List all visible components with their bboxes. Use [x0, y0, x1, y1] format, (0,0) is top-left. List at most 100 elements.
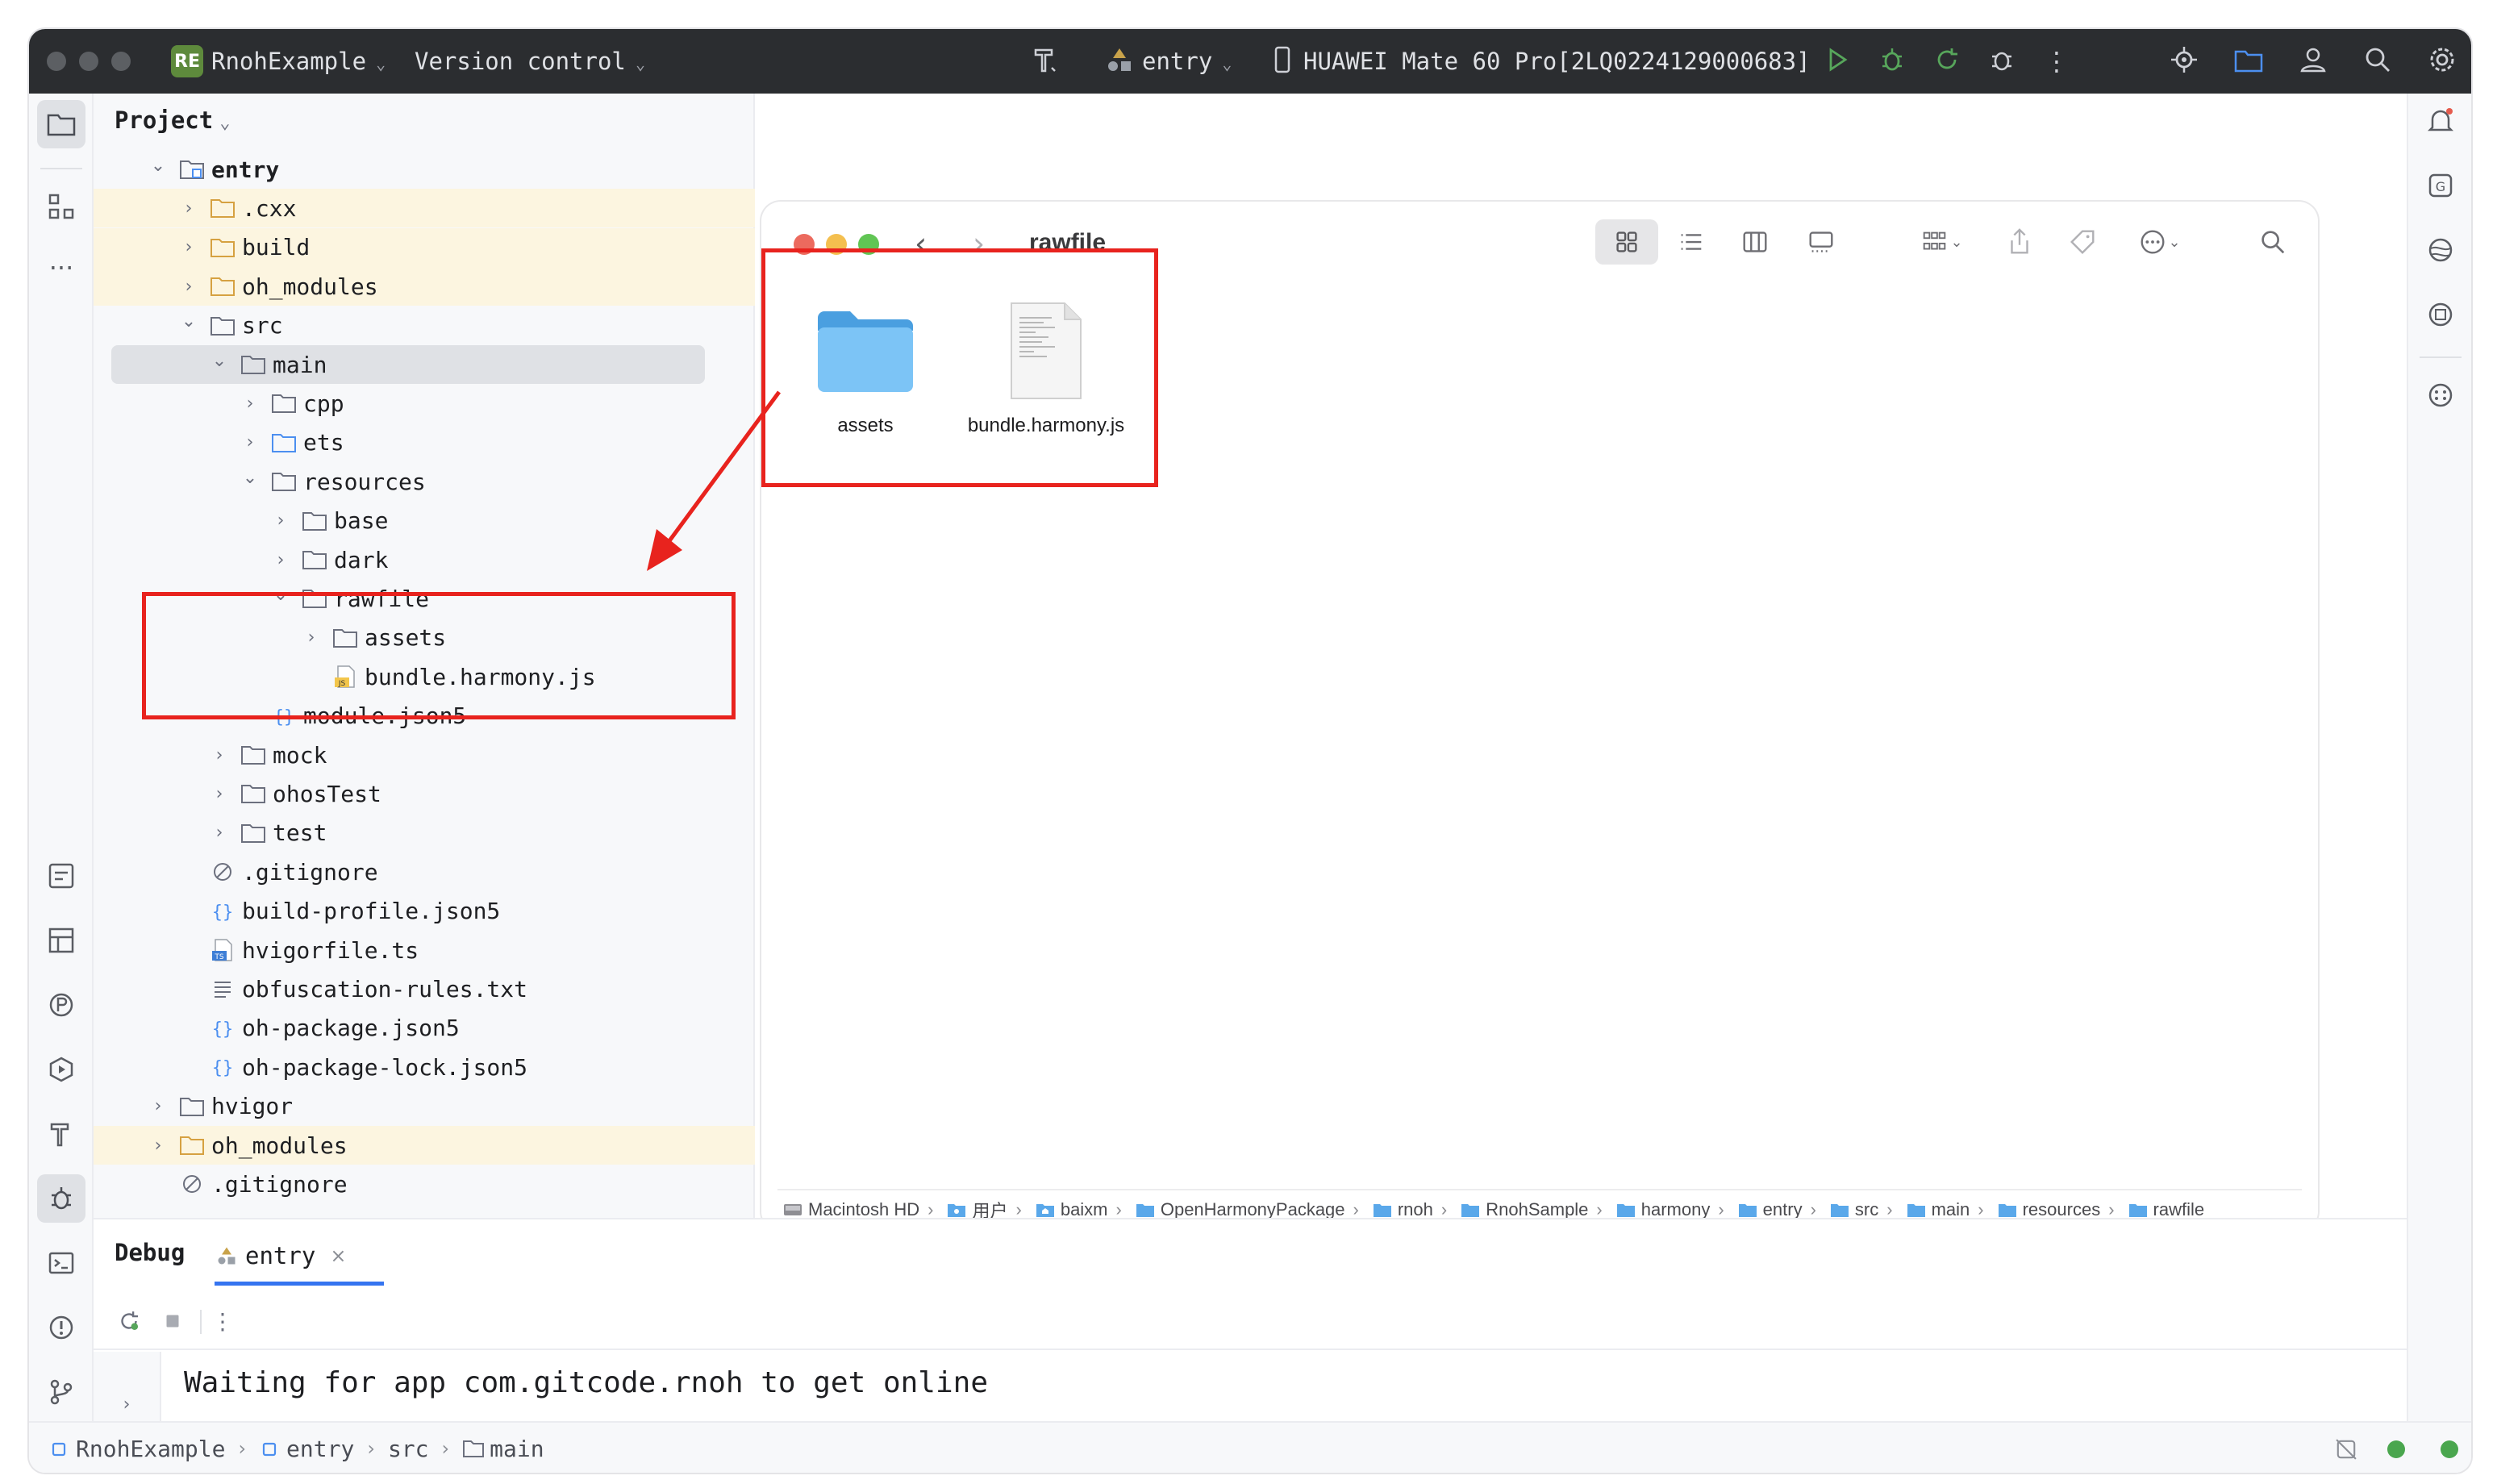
debug-tab-entry[interactable]: entry ×	[215, 1229, 384, 1286]
console-output[interactable]: › Waiting for app com.gitcode.rnoh to ge…	[94, 1352, 2407, 1423]
chevron-right-icon[interactable]: ›	[240, 432, 260, 452]
build-hammer-icon[interactable]	[37, 1110, 85, 1158]
rerun-icon[interactable]	[113, 1305, 145, 1337]
tree-item-mock[interactable]: › mock	[94, 736, 755, 774]
breadcrumb-item[interactable]: main	[462, 1436, 544, 1462]
chevron-right-icon[interactable]: ›	[271, 550, 290, 570]
device-file-browser-icon[interactable]	[2416, 290, 2465, 339]
settings-gear-icon[interactable]	[2424, 44, 2460, 79]
tree-item-obfuscation-rules-txt[interactable]: obfuscation-rules.txt	[94, 969, 755, 1008]
project-switcher[interactable]: RnohExample ⌄	[211, 45, 386, 77]
tag-icon[interactable]	[2058, 219, 2107, 265]
run-icon[interactable]	[1820, 44, 1855, 79]
tree-item-main[interactable]: ⌄ main	[94, 345, 755, 384]
status-indicator-green[interactable]	[2387, 1440, 2405, 1458]
ai-assistant-icon[interactable]	[2416, 371, 2465, 419]
gemini-assistant-icon[interactable]: G	[2416, 161, 2465, 210]
folder-sync-icon[interactable]	[2231, 44, 2266, 79]
tree-item-oh-modules[interactable]: › oh_modules	[94, 267, 755, 306]
more-actions-icon[interactable]: ⋮	[2039, 44, 2074, 79]
json-file-icon: {}	[208, 899, 237, 923]
breadcrumb-item[interactable]: entry	[259, 1436, 354, 1462]
device-selector[interactable]: HUAWEI Mate 60 Pro[2LQ0224129000683]	[1303, 45, 1811, 77]
folder-icon	[463, 1440, 485, 1457]
tree-item-oh-modules[interactable]: › oh_modules	[94, 1126, 755, 1165]
notifications-bell-icon[interactable]	[2416, 97, 2465, 145]
debug-icon[interactable]	[1874, 44, 1910, 79]
stop-icon[interactable]	[156, 1305, 189, 1337]
share-icon[interactable]	[1995, 219, 2044, 265]
attach-debugger-icon[interactable]	[1984, 44, 2020, 79]
todo-list-icon[interactable]	[37, 852, 85, 900]
tree-item-src[interactable]: ⌄ src	[94, 306, 755, 345]
console-expand-chevron-icon[interactable]: ›	[94, 1352, 161, 1423]
breadcrumb-separator: ›	[238, 1437, 247, 1460]
window-close-button[interactable]	[47, 52, 66, 71]
column-view-icon[interactable]	[1731, 219, 1779, 265]
chevron-right-icon[interactable]: ›	[179, 277, 198, 297]
debug-bug-icon[interactable]	[37, 1174, 85, 1223]
vcs-menu[interactable]: Version control ⌄	[415, 45, 645, 77]
account-icon[interactable]	[2295, 44, 2331, 79]
chevron-down-icon[interactable]: ⌄	[210, 351, 229, 371]
tree-item-gitignore[interactable]: .gitignore	[94, 1165, 755, 1203]
close-tab-icon[interactable]: ×	[330, 1244, 346, 1267]
run-services-icon[interactable]	[37, 1045, 85, 1094]
window-zoom-button[interactable]	[111, 52, 131, 71]
device-manager-icon[interactable]	[2166, 44, 2202, 79]
folder-icon	[2128, 1204, 2147, 1217]
layout-inspector-icon[interactable]	[37, 916, 85, 965]
chevron-right-icon[interactable]: ›	[210, 823, 229, 843]
status-indicator-green[interactable]	[2441, 1440, 2458, 1458]
group-by-icon[interactable]: ⌄	[1905, 219, 1978, 265]
finder-highlight-box	[761, 248, 1158, 487]
no-power-save-icon[interactable]	[2332, 1436, 2360, 1463]
tree-item-oh-package-json5[interactable]: {} oh-package.json5	[94, 1009, 755, 1048]
chevron-down-icon[interactable]: ⌄	[148, 156, 168, 176]
chevron-right-icon[interactable]: ›	[210, 784, 229, 804]
hammer-build-icon[interactable]	[1028, 44, 1063, 79]
profiler-icon[interactable]	[37, 981, 85, 1029]
tree-item-cxx[interactable]: › .cxx	[94, 189, 755, 228]
icon-view-icon[interactable]	[1595, 219, 1658, 265]
chevron-right-icon[interactable]: ›	[210, 745, 229, 765]
tree-item-test[interactable]: › test	[94, 814, 755, 852]
apply-changes-icon[interactable]	[1929, 44, 1965, 79]
version-control-icon[interactable]	[37, 1368, 85, 1416]
breadcrumb-item[interactable]: RnohExample	[48, 1436, 225, 1462]
window-minimize-button[interactable]	[79, 52, 98, 71]
tree-item-ohostest[interactable]: › ohosTest	[94, 774, 755, 813]
terminal-icon[interactable]	[37, 1239, 85, 1287]
gallery-view-icon[interactable]	[1797, 219, 1845, 265]
structure-icon[interactable]	[37, 182, 85, 231]
chevron-right-icon[interactable]: ›	[179, 198, 198, 219]
project-view-folder-icon[interactable]	[37, 100, 85, 148]
finder-search-icon[interactable]	[2249, 219, 2297, 265]
more-options-icon[interactable]: ⌄	[2123, 219, 2195, 265]
tree-item-label: oh_modules	[242, 273, 378, 300]
tree-item-gitignore[interactable]: .gitignore	[94, 852, 755, 891]
more-tools-icon[interactable]: ···	[37, 244, 85, 292]
tree-item-oh-package-lock-json5[interactable]: {} oh-package-lock.json5	[94, 1048, 755, 1086]
chevron-right-icon[interactable]: ›	[148, 1096, 168, 1116]
tree-item-label: resources	[303, 468, 426, 495]
preview-icon[interactable]	[2416, 226, 2465, 274]
search-icon[interactable]	[2360, 44, 2395, 79]
chevron-right-icon[interactable]: ›	[179, 237, 198, 257]
tree-item-build-profile-json5[interactable]: {} build-profile.json5	[94, 892, 755, 931]
tree-item-build[interactable]: › build	[94, 227, 755, 267]
chevron-down-icon[interactable]: ⌄	[179, 311, 198, 331]
tree-item-hvigorfile-ts[interactable]: TS hvigorfile.ts	[94, 931, 755, 969]
tree-item-entry[interactable]: ⌄ entry	[94, 150, 755, 189]
debug-more-icon[interactable]: ⋮	[206, 1305, 239, 1337]
project-panel-title[interactable]: Project ⌄	[115, 106, 230, 134]
problems-icon[interactable]	[37, 1303, 85, 1352]
breadcrumb-item[interactable]: src	[388, 1436, 429, 1462]
tree-item-hvigor[interactable]: › hvigor	[94, 1087, 755, 1126]
chevron-right-icon[interactable]: ›	[148, 1136, 168, 1156]
chevron-right-icon[interactable]: ›	[240, 394, 260, 414]
run-config-selector[interactable]: entry ⌄	[1142, 45, 1232, 77]
chevron-right-icon[interactable]: ›	[271, 511, 290, 531]
chevron-down-icon[interactable]: ⌄	[240, 468, 260, 488]
list-view-icon[interactable]	[1666, 219, 1715, 265]
